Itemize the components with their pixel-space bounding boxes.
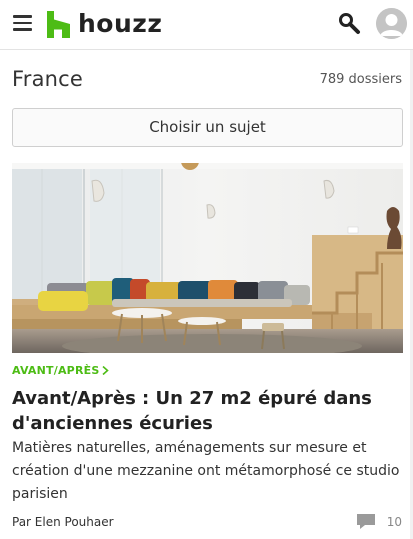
comment-bubble-icon <box>356 514 375 529</box>
houzz-logo[interactable]: houzz <box>47 10 162 38</box>
comment-count: 10 <box>386 514 402 529</box>
article-category-link[interactable]: AVANT/APRÈS <box>12 364 110 377</box>
menu-bar <box>13 28 32 31</box>
article-author: Par Elen Pouhaer <box>12 515 114 529</box>
menu-bar <box>13 15 32 18</box>
user-avatar-icon[interactable] <box>376 8 407 39</box>
hamburger-menu-icon[interactable] <box>13 15 32 31</box>
app-header: houzz <box>0 0 413 50</box>
menu-bar <box>13 21 32 25</box>
choose-topic-button[interactable]: Choisir un sujet <box>12 108 403 147</box>
comments-link[interactable]: 10 <box>356 514 402 529</box>
dossier-count: 789 dossiers <box>319 72 402 87</box>
article-summary: Matières naturelles, aménagements sur me… <box>12 440 400 502</box>
logo-text: houzz <box>78 9 163 38</box>
chevron-right-icon <box>102 366 110 375</box>
search-icon[interactable] <box>338 12 362 36</box>
category-label: AVANT/APRÈS <box>12 364 100 377</box>
interior-photo <box>12 163 403 353</box>
houzz-logo-icon <box>47 10 70 38</box>
section-title: France <box>12 67 84 91</box>
article-title[interactable]: Avant/Après : Un 27 m2 épuré dans d'anci… <box>12 386 402 436</box>
article-image[interactable] <box>12 163 403 353</box>
